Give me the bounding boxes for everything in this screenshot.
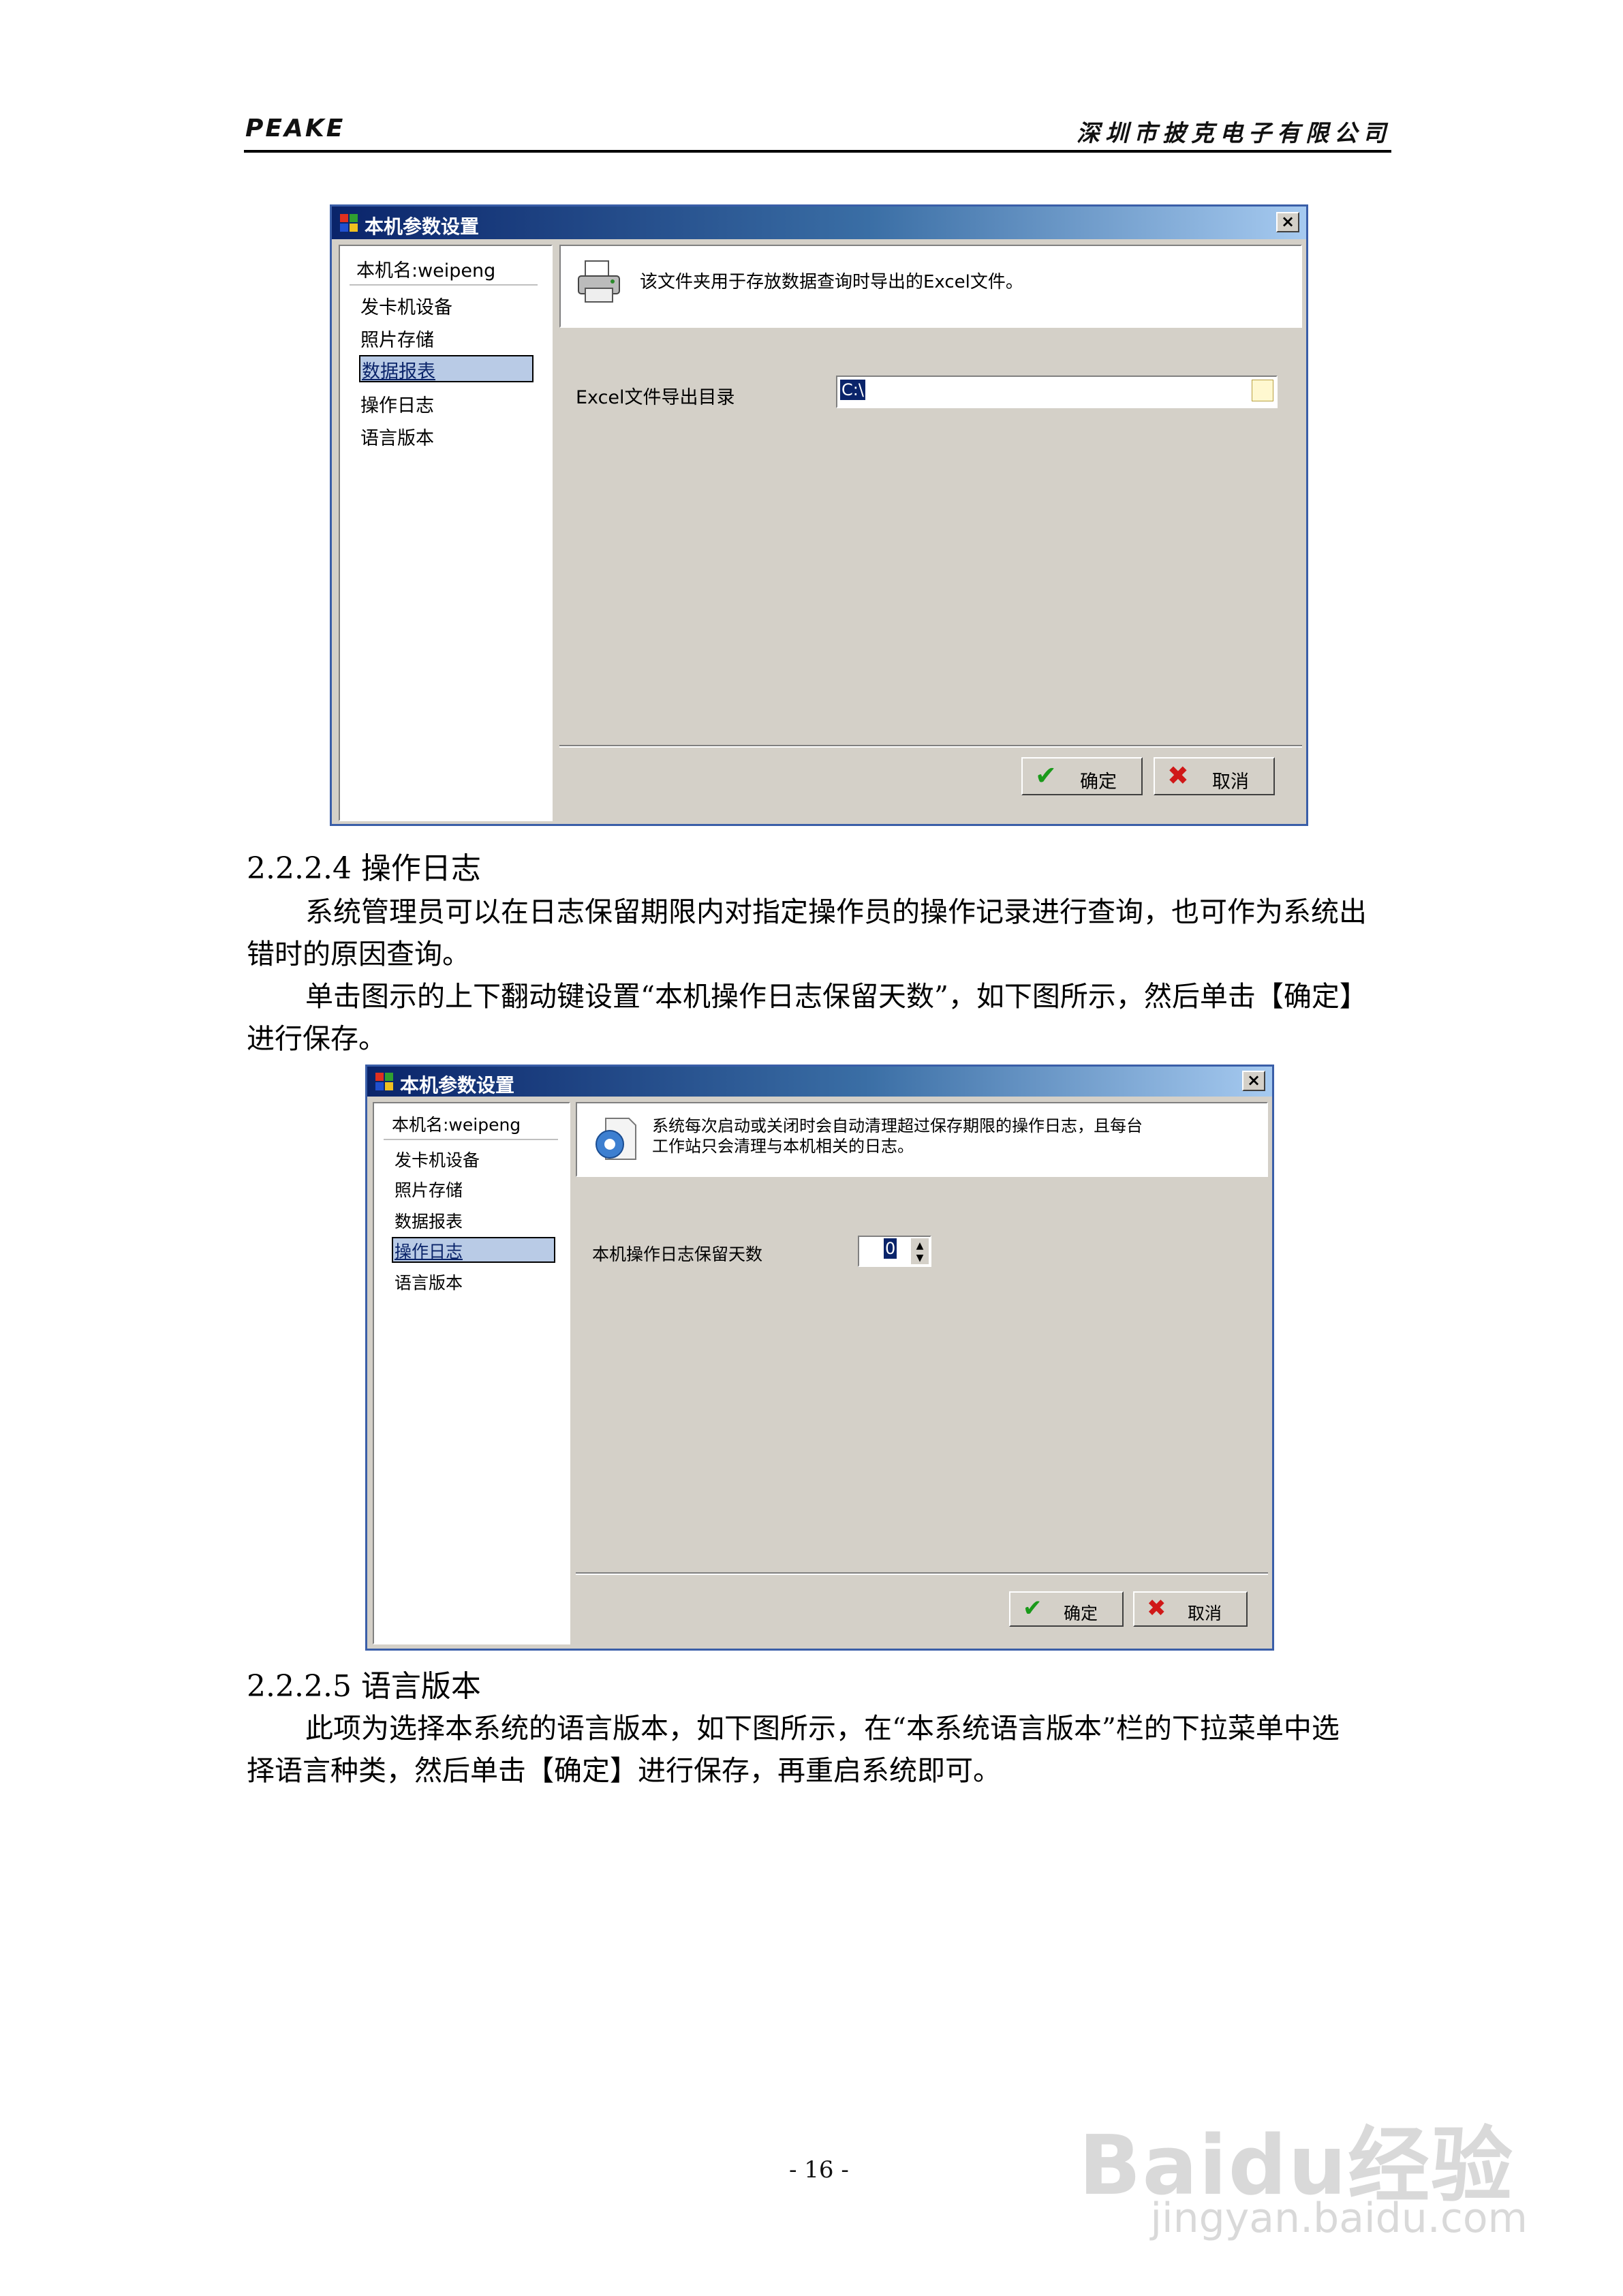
watermark-url: jingyan.baidu.com — [1150, 2194, 1528, 2242]
close-button[interactable]: × — [1276, 212, 1299, 232]
nav-item-photo-storage[interactable]: 照片存储 — [360, 325, 434, 352]
spinner-arrows[interactable]: ▲ ▼ — [911, 1238, 929, 1264]
nav-item-operation-log[interactable]: 操作日志 — [392, 1237, 555, 1263]
title-bar: 本机参数设置 × — [332, 206, 1306, 239]
paragraph-line: 单击图示的上下翻动键设置“本机操作日志保留天数”，如下图所示，然后单击【确定】 — [305, 980, 1367, 1013]
close-button[interactable]: × — [1242, 1071, 1265, 1091]
log-retention-label: 本机操作日志保留天数 — [592, 1244, 763, 1264]
spin-up-icon[interactable]: ▲ — [911, 1240, 929, 1252]
info-text-line2: 工作站只会清理与本机相关的日志。 — [652, 1137, 914, 1156]
page-number: - 16 - — [789, 2156, 849, 2184]
header-brand: PEAKE — [245, 114, 345, 142]
ok-label: 确定 — [1080, 771, 1117, 793]
host-name: 本机名:weipeng — [356, 260, 496, 281]
cancel-button[interactable]: ✖ 取消 — [1154, 757, 1275, 795]
section-heading-operation-log: 2.2.2.4 操作日志 — [247, 851, 481, 886]
paragraph-line: 择语言种类，然后单击【确定】进行保存，再重启系统即可。 — [247, 1754, 1001, 1787]
host-name: 本机名:weipeng — [392, 1115, 521, 1135]
nav-item-language[interactable]: 语言版本 — [360, 423, 434, 450]
excel-dir-input[interactable]: C:\ — [836, 376, 1278, 408]
ok-button[interactable]: ✔ 确定 — [1009, 1591, 1124, 1627]
info-text: 该文件夹用于存放数据查询时导出的Excel文件。 — [640, 272, 1023, 292]
paragraph-line: 进行保存。 — [247, 1022, 386, 1055]
log-retention-spinner[interactable]: 0 ▲ ▼ — [858, 1236, 931, 1267]
nav-item-operation-log[interactable]: 操作日志 — [360, 391, 434, 417]
dialog-title: 本机参数设置 — [400, 1074, 515, 1097]
ok-label: 确定 — [1064, 1604, 1098, 1623]
button-area-divider — [559, 745, 1302, 748]
gear-document-icon — [596, 1118, 636, 1160]
check-icon: ✔ — [1023, 1595, 1042, 1622]
dialog-operation-log: 本机参数设置 × 本机名:weipeng 发卡机设备 照片存储 数据报表 操作日… — [365, 1065, 1274, 1651]
info-panel: 该文件夹用于存放数据查询时导出的Excel文件。 — [559, 245, 1302, 328]
log-retention-value: 0 — [884, 1238, 897, 1259]
paragraph-line: 系统管理员可以在日志保留期限内对指定操作员的操作记录进行查询，也可作为系统出 — [305, 896, 1367, 928]
cancel-label: 取消 — [1188, 1604, 1222, 1623]
dialog-data-report: 本机参数设置 × 本机名:weipeng 发卡机设备 照片存储 数据报表 操作日… — [330, 204, 1308, 826]
nav-item-language[interactable]: 语言版本 — [395, 1270, 463, 1294]
app-icon — [340, 214, 358, 232]
nav-item-photo-storage[interactable]: 照片存储 — [395, 1177, 463, 1201]
app-icon — [375, 1073, 393, 1090]
excel-dir-value: C:\ — [840, 380, 865, 400]
section-heading-language: 2.2.2.5 语言版本 — [247, 1669, 481, 1704]
cross-icon: ✖ — [1167, 761, 1189, 791]
nav-divider — [350, 284, 538, 286]
nav-panel: 本机名:weipeng 发卡机设备 照片存储 数据报表 操作日志 语言版本 — [373, 1102, 570, 1644]
title-bar: 本机参数设置 × — [367, 1067, 1272, 1097]
cancel-label: 取消 — [1212, 771, 1249, 793]
folder-browse-icon[interactable] — [1252, 380, 1273, 401]
header-company: 深圳市披克电子有限公司 — [1077, 120, 1391, 147]
nav-divider — [384, 1139, 558, 1140]
paragraph-line: 错时的原因查询。 — [247, 938, 470, 970]
nav-item-card-device[interactable]: 发卡机设备 — [360, 292, 452, 319]
dialog-title: 本机参数设置 — [365, 215, 480, 238]
check-icon: ✔ — [1035, 761, 1057, 791]
info-panel: 系统每次启动或关闭时会自动清理超过保存期限的操作日志，且每台 工作站只会清理与本… — [576, 1102, 1268, 1177]
nav-item-card-device[interactable]: 发卡机设备 — [395, 1147, 480, 1172]
spin-down-icon[interactable]: ▼ — [911, 1252, 929, 1264]
cancel-button[interactable]: ✖ 取消 — [1133, 1591, 1248, 1627]
nav-item-data-report[interactable]: 数据报表 — [395, 1208, 463, 1233]
ok-button[interactable]: ✔ 确定 — [1021, 757, 1143, 795]
nav-item-data-report[interactable]: 数据报表 — [359, 355, 534, 382]
header-rule — [244, 150, 1391, 153]
nav-panel: 本机名:weipeng 发卡机设备 照片存储 数据报表 操作日志 语言版本 — [339, 245, 553, 821]
printer-icon — [578, 260, 620, 303]
info-text-line1: 系统每次启动或关闭时会自动清理超过保存期限的操作日志，且每台 — [652, 1116, 1143, 1135]
cross-icon: ✖ — [1147, 1595, 1166, 1622]
paragraph-line: 此项为选择本系统的语言版本，如下图所示，在“本系统语言版本”栏的下拉菜单中选 — [305, 1712, 1340, 1745]
excel-dir-label: Excel文件导出目录 — [576, 387, 735, 408]
button-area-divider — [576, 1572, 1268, 1575]
